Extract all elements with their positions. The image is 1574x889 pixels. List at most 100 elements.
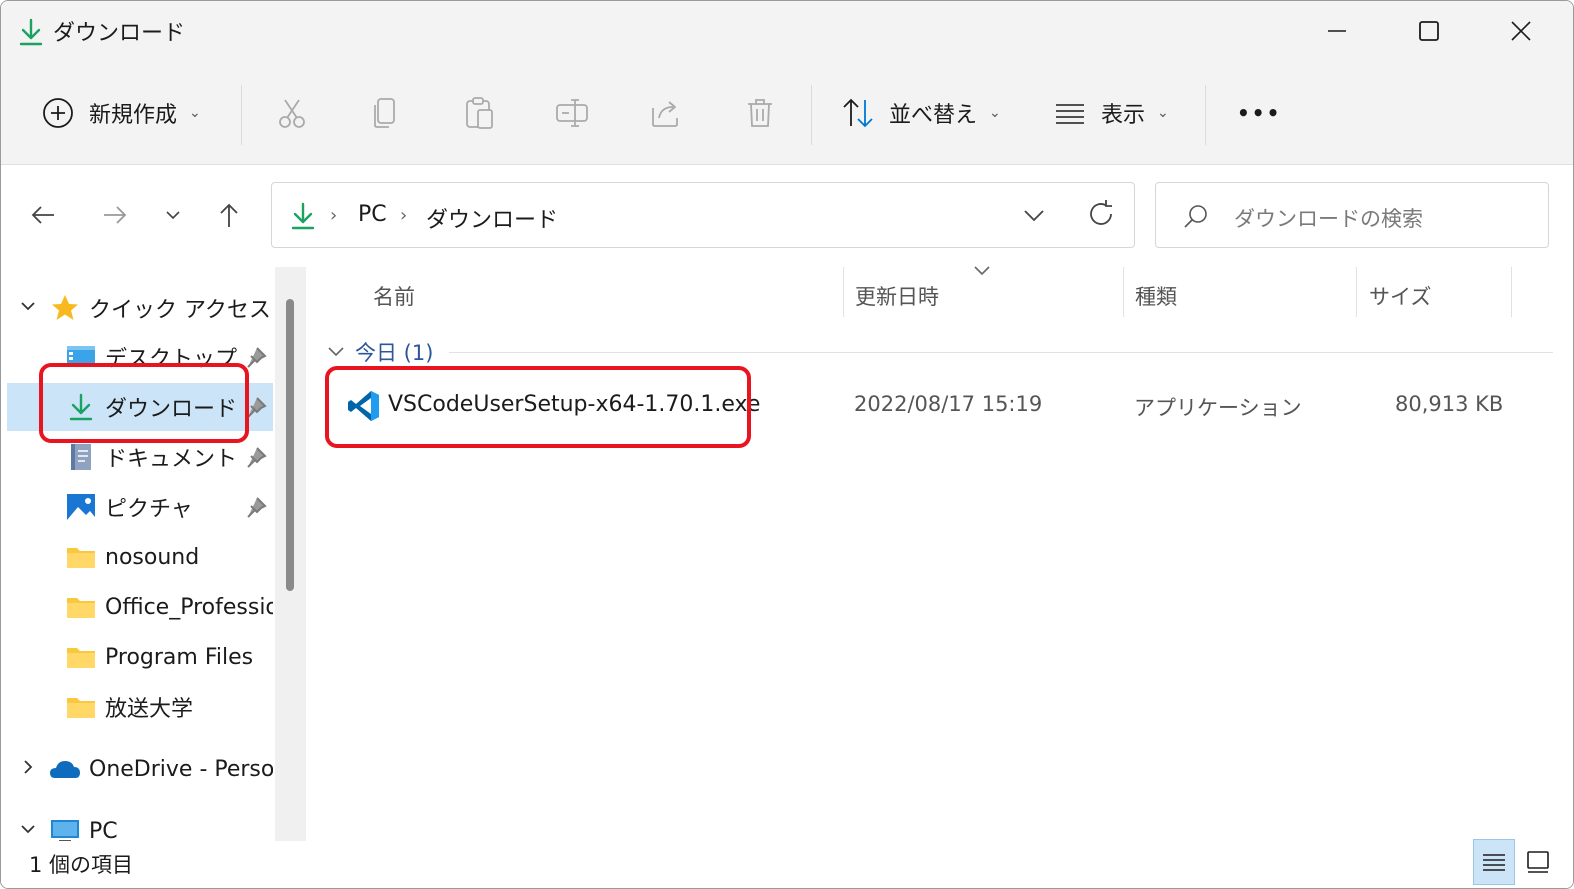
- recent-locations-button[interactable]: [155, 197, 191, 233]
- forward-button[interactable]: [97, 197, 133, 233]
- column-divider[interactable]: [1356, 267, 1357, 317]
- address-history-button[interactable]: [1020, 201, 1048, 233]
- chevron-down-icon: [328, 347, 344, 357]
- folder-icon: [65, 592, 97, 622]
- view-label: 表示: [1101, 103, 1146, 128]
- details-view-button[interactable]: [1473, 839, 1515, 885]
- sidebar-item-pictures[interactable]: ピクチャ: [1, 483, 273, 531]
- search-icon: [1182, 203, 1210, 235]
- copy-button[interactable]: [369, 91, 403, 135]
- chevron-down-icon: ⌄: [189, 105, 201, 121]
- sidebar-item-label: ドキュメント: [105, 447, 238, 472]
- list-view-icon: [1056, 104, 1084, 124]
- refresh-icon: [1090, 200, 1112, 225]
- sidebar-item-label: ピクチャ: [105, 497, 193, 522]
- cut-button[interactable]: [275, 91, 309, 135]
- sidebar-item-label: PC: [89, 818, 118, 844]
- document-icon: [65, 442, 97, 472]
- download-icon: [17, 17, 45, 47]
- rename-icon: [556, 99, 588, 127]
- sidebar-item-label: Office_Professior: [105, 594, 273, 620]
- chevron-right-icon: ›: [400, 205, 408, 226]
- chevron-down-icon: [973, 265, 991, 281]
- sidebar-item-folder[interactable]: Program Files: [1, 633, 273, 681]
- column-header-date[interactable]: 更新日時: [855, 281, 939, 311]
- column-divider[interactable]: [1511, 267, 1512, 317]
- more-options-button[interactable]: •••: [1237, 91, 1281, 135]
- sidebar-item-folder[interactable]: Office_Professior: [1, 583, 273, 631]
- sidebar-item-folder[interactable]: 放送大学: [1, 683, 273, 731]
- more-icon: •••: [1237, 101, 1282, 125]
- up-button[interactable]: [211, 197, 247, 233]
- maximize-button[interactable]: [1399, 9, 1459, 53]
- minimize-button[interactable]: [1307, 9, 1367, 53]
- chevron-down-icon: ⌄: [1157, 105, 1169, 121]
- file-date: 2022/08/17 15:19: [854, 392, 1043, 416]
- chevron-down-icon: ⌄: [989, 105, 1001, 121]
- back-button[interactable]: [25, 197, 61, 233]
- title-bar: ダウンロード: [1, 1, 1573, 61]
- onedrive-icon: [49, 754, 81, 784]
- sort-icon: [843, 98, 873, 128]
- address-bar[interactable]: › PC › ダウンロード: [271, 182, 1135, 248]
- divider: [241, 85, 242, 145]
- share-icon: [652, 101, 678, 127]
- refresh-button[interactable]: [1084, 197, 1118, 235]
- sidebar-item-folder[interactable]: nosound: [1, 533, 273, 581]
- sidebar-item-label: 放送大学: [105, 697, 194, 722]
- chevron-down-icon: [1024, 210, 1044, 222]
- group-label: 今日 (1): [355, 341, 434, 365]
- item-count: 1 個の項目: [29, 853, 134, 877]
- sort-button[interactable]: 並べ替え ⌄: [841, 91, 1001, 135]
- sidebar-item-label: クイック アクセス: [89, 298, 271, 323]
- share-button[interactable]: [649, 91, 683, 135]
- folder-icon: [65, 642, 97, 672]
- file-size: 80,913 KB: [1395, 392, 1504, 416]
- breadcrumb-pc[interactable]: PC: [358, 202, 387, 227]
- column-divider[interactable]: [1123, 267, 1124, 317]
- divider: [449, 352, 1553, 353]
- column-divider[interactable]: [843, 267, 844, 317]
- search-input[interactable]: ダウンロードの検索: [1155, 182, 1549, 248]
- clipboard-icon: [466, 97, 493, 129]
- paste-button[interactable]: [463, 91, 497, 135]
- new-button[interactable]: 新規作成 ⌄: [41, 91, 201, 135]
- folder-icon: [65, 692, 97, 722]
- command-bar: 新規作成 ⌄ 並べ替え ⌄ 表示 ⌄ •••: [1, 61, 1573, 165]
- arrow-left-icon: [31, 206, 54, 224]
- pin-icon: [245, 346, 269, 370]
- plus-circle-icon: [43, 98, 73, 128]
- column-header-type[interactable]: 種類: [1135, 281, 1177, 311]
- close-button[interactable]: [1491, 9, 1551, 53]
- status-bar: 1 個の項目: [1, 841, 1573, 888]
- highlight-box-downloads: [39, 363, 249, 443]
- pin-icon: [245, 446, 269, 470]
- rename-button[interactable]: [555, 91, 589, 135]
- window-title: ダウンロード: [53, 21, 186, 46]
- star-icon: [49, 293, 81, 323]
- scrollbar-thumb[interactable]: [286, 299, 294, 591]
- arrow-up-icon: [220, 203, 238, 227]
- sidebar-item-label: Program Files: [105, 644, 254, 670]
- sidebar-item-quick-access[interactable]: クイック アクセス: [1, 284, 273, 332]
- trash-icon: [748, 99, 772, 127]
- file-type: アプリケーション: [1134, 396, 1302, 420]
- copy-icon: [374, 98, 395, 128]
- scissors-icon: [279, 99, 305, 128]
- tiles-view-icon: [1527, 851, 1549, 873]
- arrow-right-icon: [104, 206, 127, 224]
- sidebar-item-label: nosound: [105, 544, 200, 570]
- tiles-view-button[interactable]: [1517, 839, 1559, 885]
- breadcrumb-downloads[interactable]: ダウンロード: [426, 202, 558, 234]
- group-header-today[interactable]: 今日 (1): [327, 337, 433, 367]
- chevron-down-icon[interactable]: [19, 821, 37, 841]
- chevron-right-icon[interactable]: [19, 759, 37, 779]
- sidebar-item-onedrive[interactable]: OneDrive - Persor: [1, 745, 273, 793]
- download-icon: [290, 201, 316, 235]
- view-button[interactable]: 表示 ⌄: [1053, 91, 1169, 135]
- chevron-down-icon: [166, 211, 180, 220]
- column-header-size[interactable]: サイズ: [1369, 281, 1431, 311]
- chevron-down-icon[interactable]: [19, 298, 37, 318]
- delete-button[interactable]: [743, 91, 777, 135]
- column-header-name[interactable]: 名前: [373, 281, 415, 311]
